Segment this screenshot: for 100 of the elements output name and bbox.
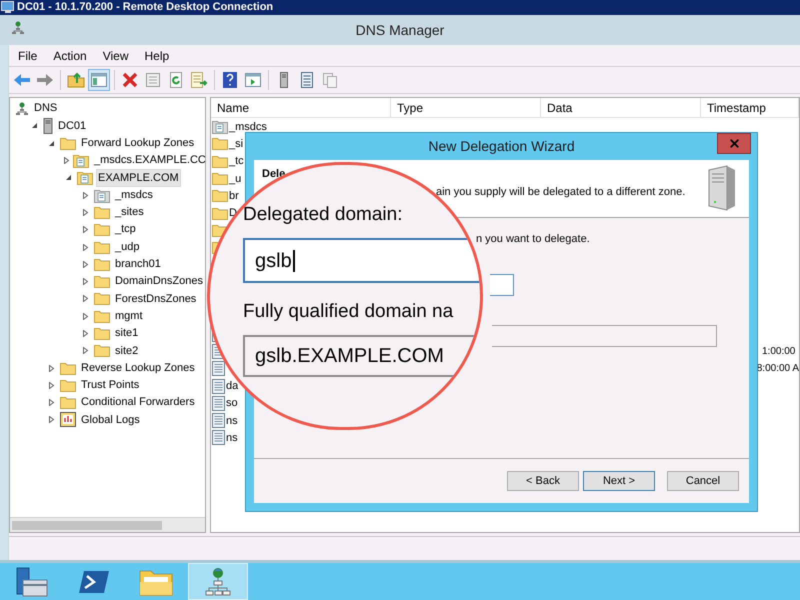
toolbar-button[interactable] (88, 69, 110, 91)
close-button[interactable] (717, 133, 751, 154)
tree-item[interactable]: DomainDnsZones (112, 272, 205, 291)
folder-icon (212, 189, 228, 202)
folder-icon (94, 258, 110, 271)
folder-icon (212, 154, 228, 168)
column-header[interactable]: Data (541, 98, 701, 117)
collapsed-arrow-icon[interactable] (46, 382, 57, 389)
tree-item[interactable]: _tcp (113, 220, 138, 239)
tree-item[interactable]: Conditional Forwarders (79, 393, 197, 412)
tree-item[interactable]: branch01 (113, 255, 163, 274)
collapsed-arrow-icon[interactable] (80, 260, 91, 268)
dialog-button[interactable]: Next > (583, 471, 655, 491)
folder-icon (60, 396, 76, 410)
forward-arrow-icon (36, 71, 54, 89)
folder-icon (94, 223, 110, 236)
menu-item[interactable]: View (102, 46, 128, 64)
back-arrow-icon (13, 71, 31, 89)
collapsed-arrow-icon[interactable] (46, 364, 57, 372)
folder-icon (212, 172, 228, 186)
text-field[interactable] (490, 274, 514, 296)
properties-icon (144, 71, 162, 89)
collapsed-arrow-icon[interactable] (80, 226, 91, 234)
collapsed-arrow-icon[interactable] (46, 399, 57, 406)
action-pane-icon (244, 71, 262, 89)
table-cell: _u (229, 172, 242, 185)
zone-icon (94, 188, 110, 203)
table-cell: so (226, 397, 238, 410)
console-tree-icon (90, 71, 108, 89)
tree-item[interactable]: mgmt (113, 306, 144, 326)
server-toolbox-icon (15, 566, 49, 598)
record-icon (212, 378, 225, 394)
folder-up-icon (67, 71, 85, 89)
tree-item[interactable]: _msdcs (113, 186, 155, 204)
field-label: Fully qualified domain na (243, 300, 454, 324)
horizontal-scrollbar[interactable] (10, 517, 205, 532)
delete-icon (121, 71, 139, 89)
collapsed-arrow-icon[interactable] (80, 278, 91, 286)
tree-item[interactable]: DC01 (56, 116, 88, 136)
tree-item[interactable]: Forward Lookup Zones (79, 134, 196, 152)
column-header[interactable]: Name (211, 98, 391, 117)
table-cell: da (226, 380, 238, 392)
tree-item[interactable]: site2 (113, 342, 140, 360)
page-description: ain you supply will be delegated to a different zone. (435, 185, 686, 200)
input-field[interactable]: gslb (243, 238, 480, 283)
collapsed-arrow-icon[interactable] (80, 192, 91, 199)
collapsed-arrow-icon[interactable] (63, 157, 70, 164)
log-icon (60, 412, 76, 428)
collapsed-arrow-icon[interactable] (80, 347, 91, 354)
server-icon (43, 118, 53, 134)
folder-icon (139, 568, 173, 596)
record-icon (212, 396, 225, 411)
folder-icon (94, 206, 110, 219)
folder-icon (94, 240, 110, 254)
folder-icon (60, 362, 76, 375)
dialog-button[interactable]: < Back (507, 471, 579, 491)
table-cell: br (229, 190, 239, 202)
collapsed-arrow-icon[interactable] (46, 416, 57, 424)
table-cell: ns (226, 432, 238, 444)
collapsed-arrow-icon[interactable] (80, 208, 91, 216)
collapsed-arrow-icon[interactable] (80, 295, 91, 302)
close-icon (728, 137, 740, 150)
collapsed-arrow-icon[interactable] (80, 330, 91, 337)
menu-item[interactable]: Help (144, 46, 170, 64)
record-icon (212, 413, 225, 428)
tree-item[interactable]: Reverse Lookup Zones (79, 358, 197, 378)
taskbar-button[interactable] (188, 563, 248, 600)
zone-icon (73, 153, 89, 168)
record-icon (212, 430, 225, 446)
table-cell: ns (226, 414, 238, 427)
window-title: DC01 - 10.1.70.200 - Remote Desktop Connection (17, 2, 274, 13)
folder-icon (94, 275, 110, 288)
refresh-icon (167, 71, 185, 89)
toolbar-button[interactable] (188, 69, 210, 91)
collapsed-arrow-icon[interactable] (80, 244, 91, 251)
tree-item[interactable]: site1 (113, 324, 140, 343)
folder-icon (60, 136, 76, 150)
tree-item[interactable]: DNS (32, 99, 60, 118)
tree-item[interactable]: _sites (113, 203, 146, 222)
field-label: Delegated domain: (243, 203, 404, 227)
column-header[interactable]: Timestamp (701, 98, 799, 117)
tree-item[interactable]: Global Logs (79, 410, 142, 430)
network-icon (11, 21, 25, 35)
tree-item[interactable]: _udp (113, 238, 142, 256)
text-field[interactable] (492, 324, 717, 346)
list-icon (298, 71, 316, 89)
collapsed-arrow-icon[interactable] (80, 312, 91, 320)
copy-icon (321, 71, 339, 89)
tree-item[interactable]: Trust Points (79, 376, 142, 395)
record-icon (212, 361, 225, 376)
menu-item[interactable]: File (18, 46, 38, 64)
dialog-button[interactable]: Cancel (667, 471, 739, 491)
export-list-icon (190, 71, 208, 89)
terminal-icon (78, 568, 110, 594)
table-cell: 8:00:00 A (756, 362, 799, 375)
menu-item[interactable]: Action (53, 46, 87, 64)
tree-item[interactable]: EXAMPLE.COM (96, 168, 181, 188)
tree-item[interactable]: ForestDnsZones (113, 290, 198, 308)
table-cell: _msdcs (229, 120, 267, 133)
column-header[interactable]: Type (391, 98, 541, 117)
